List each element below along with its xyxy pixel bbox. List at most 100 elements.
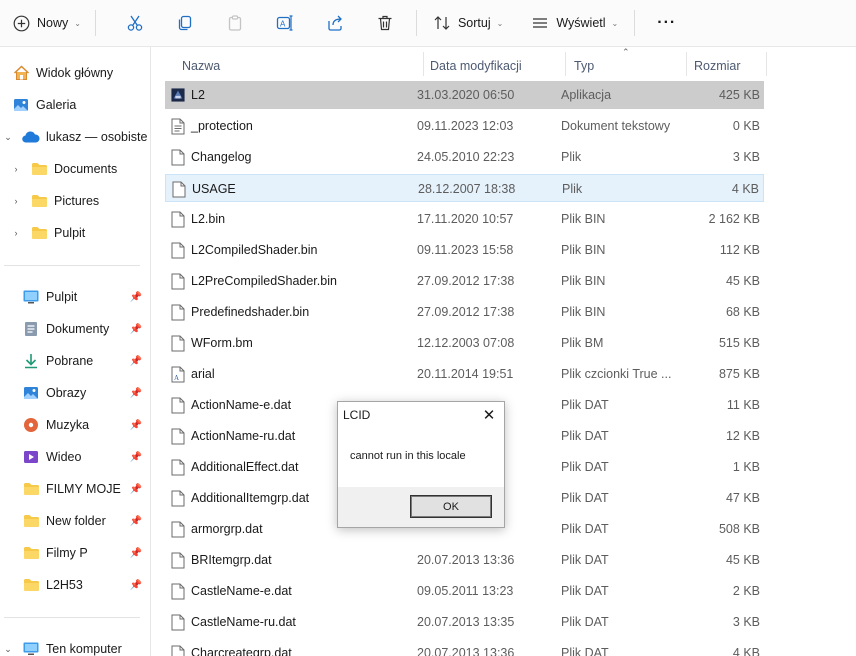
sort-ascending-icon: ⌃ xyxy=(622,47,630,57)
sidebar-item-documents[interactable]: › Documents xyxy=(10,156,118,182)
chevron-down-icon[interactable]: ⌄ xyxy=(2,132,14,143)
new-button[interactable]: Nowy ⌄ xyxy=(4,7,89,39)
file-row[interactable]: Charcreategrp.dat 20.07.2013 13:36 Plik DA… xyxy=(165,639,764,656)
file-date: 31.03.2020 06:50 xyxy=(417,88,515,102)
file-row[interactable]: CastleName-e.dat 09.05.2011 13:23 Plik DAT… xyxy=(165,577,764,605)
column-divider[interactable] xyxy=(686,52,687,76)
column-divider[interactable] xyxy=(766,52,767,76)
download-icon xyxy=(22,353,40,369)
sidebar-item-quick-new-folder[interactable]: New folder 📌 xyxy=(22,508,148,534)
sidebar-item-quick-music[interactable]: Muzyka 📌 xyxy=(22,412,148,438)
more-options-button[interactable]: ··· xyxy=(649,7,684,39)
column-divider[interactable] xyxy=(565,52,566,76)
sort-button[interactable]: Sortuj ⌄ xyxy=(425,7,511,39)
file-row[interactable]: L2 31.03.2020 06:50 Aplikacja 425 KB xyxy=(165,81,764,109)
pin-icon[interactable]: 📌 xyxy=(130,388,142,399)
documents-icon xyxy=(22,321,40,337)
sidebar-item-pictures[interactable]: › Pictures xyxy=(10,188,100,214)
pin-icon[interactable]: 📌 xyxy=(130,420,142,431)
column-header-type[interactable]: Typ xyxy=(574,52,594,80)
sidebar-item-label: Dokumenty xyxy=(46,322,110,336)
copy-button[interactable] xyxy=(168,7,202,39)
file-icon xyxy=(171,583,185,600)
file-name-cell: BRItemgrp.dat xyxy=(171,546,419,574)
close-icon[interactable]: ✕ xyxy=(474,402,504,428)
pin-icon[interactable]: 📌 xyxy=(130,452,142,463)
chevron-down-icon: ⌄ xyxy=(74,18,81,28)
column-header-size[interactable]: Rozmiar xyxy=(694,52,741,80)
sidebar-item-onedrive[interactable]: ⌄ lukasz — osobiste xyxy=(2,124,147,150)
file-row[interactable]: Predefinedshader.bin 27.09.2012 17:38 Plik… xyxy=(165,298,764,326)
paste-button[interactable] xyxy=(218,7,252,39)
file-row[interactable]: Aarial 20.11.2014 19:51 Plik czcionki True… xyxy=(165,360,764,388)
pin-icon[interactable]: 📌 xyxy=(130,580,142,591)
file-type: Plik DAT xyxy=(561,522,609,536)
file-date: 20.11.2014 19:51 xyxy=(417,367,514,381)
sidebar-item-quick-pictures[interactable]: Obrazy 📌 xyxy=(22,380,148,406)
file-row[interactable]: CastleName-ru.dat 20.07.2013 13:35 Plik DA… xyxy=(165,608,764,636)
sidebar-item-quick-pulpit[interactable]: Pulpit 📌 xyxy=(22,284,148,310)
sidebar-item-quick-downloads[interactable]: Pobrane 📌 xyxy=(22,348,148,374)
file-row[interactable]: Changelog 24.05.2010 22:23 Plik 3 KB xyxy=(165,143,764,171)
pin-icon[interactable]: 📌 xyxy=(130,548,142,559)
sidebar-item-label: Ten komputer xyxy=(46,642,122,656)
file-type: Plik BM xyxy=(561,336,604,350)
new-icon xyxy=(12,14,30,32)
chevron-down-icon[interactable]: ⌄ xyxy=(2,644,14,655)
chevron-right-icon[interactable]: › xyxy=(10,228,22,238)
file-size: 112 KB xyxy=(719,243,760,257)
file-row[interactable]: BRItemgrp.dat 20.07.2013 13:36 Plik DAT 45 … xyxy=(165,546,764,574)
file-name: arial xyxy=(191,367,215,381)
sidebar-item-quick-video[interactable]: Wideo 📌 xyxy=(22,444,148,470)
sidebar-item-quick-filmy-p[interactable]: Filmy P 📌 xyxy=(22,540,148,566)
toolbar-divider xyxy=(94,10,96,36)
file-row[interactable]: _protection 09.11.2023 12:03 Dokument teks… xyxy=(165,112,764,140)
sidebar-item-quick-l2h53[interactable]: L2H53 📌 xyxy=(22,572,148,598)
sidebar-item-gallery[interactable]: Galeria xyxy=(12,92,76,118)
delete-button[interactable] xyxy=(368,7,402,39)
pin-icon[interactable]: 📌 xyxy=(130,324,142,335)
file-name: armorgrp.dat xyxy=(191,522,263,536)
file-type: Plik DAT xyxy=(561,553,609,567)
file-type: Aplikacja xyxy=(561,88,612,102)
sidebar-item-this-pc[interactable]: ⌄ Ten komputer xyxy=(2,636,122,656)
file-type: Plik DAT xyxy=(561,615,609,629)
navigation-pane: Widok główny Galeria ⌄ lukasz — osobiste… xyxy=(0,47,151,656)
pin-icon[interactable]: 📌 xyxy=(130,484,142,495)
file-name-cell: Changelog xyxy=(171,143,419,171)
sidebar-item-quick-filmy-moje[interactable]: FILMY MOJE 📌 xyxy=(22,476,148,502)
file-row[interactable]: L2PreCompiledShader.bin 27.09.2012 17:38 P… xyxy=(165,267,764,295)
rename-button[interactable]: A xyxy=(268,7,302,39)
file-date: 20.07.2013 13:36 xyxy=(417,646,515,656)
pin-icon[interactable]: 📌 xyxy=(130,516,142,527)
pin-icon[interactable]: 📌 xyxy=(130,356,142,367)
file-icon xyxy=(171,459,185,476)
cut-button[interactable] xyxy=(118,7,152,39)
share-button[interactable] xyxy=(318,7,352,39)
text-file-icon xyxy=(171,118,185,135)
chevron-right-icon[interactable]: › xyxy=(10,164,22,174)
column-divider[interactable] xyxy=(423,52,424,76)
chevron-right-icon[interactable]: › xyxy=(10,196,22,206)
pin-icon[interactable]: 📌 xyxy=(130,292,142,303)
sidebar-item-label: Documents xyxy=(54,162,118,176)
file-type: Plik BIN xyxy=(561,305,606,319)
file-name-cell: _protection xyxy=(171,112,419,140)
file-row[interactable]: L2.bin 17.11.2020 10:57 Plik BIN 2 162 KB xyxy=(165,205,764,233)
sidebar-item-label: Pulpit xyxy=(54,226,86,240)
file-row[interactable]: WForm.bm 12.12.2003 07:08 Plik BM 515 KB xyxy=(165,329,764,357)
chevron-down-icon: ⌄ xyxy=(496,18,504,28)
sidebar-item-label: Galeria xyxy=(36,98,77,112)
sidebar-item-pulpit-onedrive[interactable]: › Pulpit xyxy=(10,220,86,246)
sidebar-item-quick-documents[interactable]: Dokumenty 📌 xyxy=(22,316,148,342)
file-icon xyxy=(171,552,185,569)
ok-button[interactable]: OK xyxy=(410,495,492,518)
sidebar-item-home[interactable]: Widok główny xyxy=(12,60,113,86)
view-button[interactable]: Wyświetl ⌄ xyxy=(523,7,626,39)
file-row[interactable]: L2CompiledShader.bin 09.11.2023 15:58 Plik… xyxy=(165,236,764,264)
file-size: 508 KB xyxy=(718,522,760,536)
dialog-title-bar[interactable]: LCID ✕ xyxy=(338,402,504,428)
column-header-name[interactable]: Nazwa xyxy=(182,52,220,80)
file-row[interactable]: USAGE 28.12.2007 18:38 Plik 4 KB xyxy=(165,174,764,202)
column-header-date[interactable]: Data modyfikacji xyxy=(430,52,522,80)
